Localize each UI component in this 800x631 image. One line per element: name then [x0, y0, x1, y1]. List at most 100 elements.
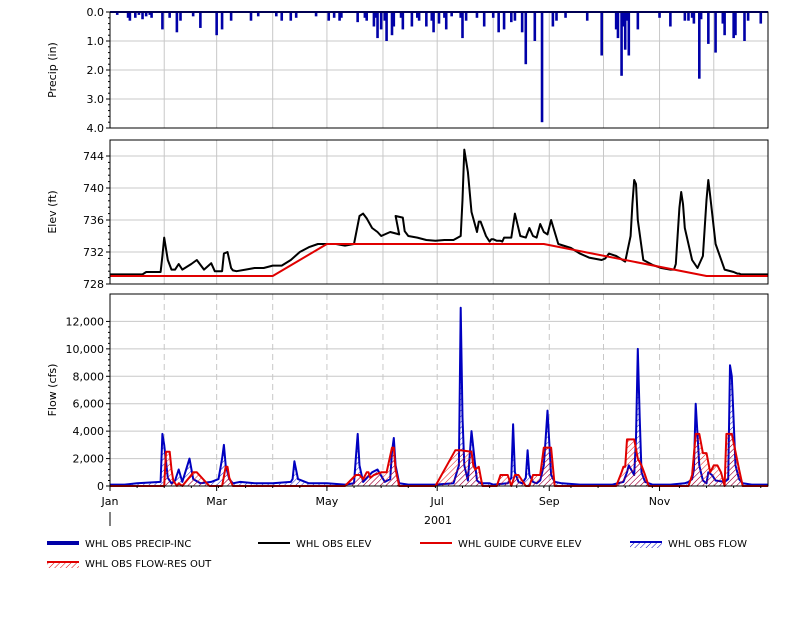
- precip-bar: [683, 12, 687, 21]
- precip-bar: [734, 12, 737, 36]
- y-tick-label: 728: [83, 278, 104, 291]
- x-tick-label: Jul: [430, 495, 444, 508]
- x-tick-label: May: [316, 495, 339, 508]
- precip-bar: [401, 12, 405, 30]
- y-tick-label: 6,000: [73, 398, 105, 411]
- legend-item-flow: WHL OBS FLOW: [630, 539, 747, 550]
- legend-label: WHL OBS FLOW-RES OUT: [85, 559, 212, 570]
- panel-flow: 0 2,000 4,000 6,000 8,000 10,000 12,000 Flow (c…: [46, 293, 769, 493]
- precip-bar: [707, 12, 710, 44]
- y-tick-label: 736: [83, 214, 104, 227]
- precip-bar: [464, 12, 468, 21]
- x-tick-label: Mar: [206, 495, 227, 508]
- precip-bar: [723, 12, 726, 36]
- precip-bar: [229, 12, 233, 21]
- x-axis-year-label: 2001: [424, 514, 452, 527]
- precip-bar: [510, 12, 513, 23]
- legend-item-guide: WHL GUIDE CURVE ELEV: [420, 539, 582, 550]
- precip-bar: [497, 12, 500, 33]
- panel-frame: [109, 139, 769, 285]
- legend-item-precip: WHL OBS PRECIP-INC: [47, 539, 191, 550]
- legend: WHL OBS PRECIP-INC WHL OBS ELEV WHL GUIDE …: [47, 539, 747, 570]
- precip-bar: [669, 12, 672, 27]
- precip-bar: [759, 12, 763, 24]
- precip-bar: [533, 12, 537, 41]
- precip-bar: [444, 12, 448, 30]
- precip-bar: [379, 12, 383, 30]
- precip-bar: [692, 12, 696, 24]
- precip-bar: [220, 12, 224, 30]
- precip-bar: [699, 12, 703, 20]
- precip-bar: [199, 12, 202, 28]
- precip-bar: [327, 12, 331, 21]
- precip-bar: [502, 12, 506, 30]
- precip-bar: [616, 12, 620, 39]
- series-line-res-out: [110, 432, 768, 487]
- y-tick-label: 12,000: [66, 315, 105, 328]
- precip-bar: [714, 12, 717, 53]
- y-tick-label: 1.0: [87, 35, 105, 48]
- precip-bar: [600, 12, 603, 56]
- precip-bar: [627, 12, 631, 56]
- precip-bar: [417, 12, 421, 21]
- precip-bar: [746, 12, 750, 21]
- series-line-obs-elev: [110, 148, 768, 276]
- legend-label: WHL GUIDE CURVE ELEV: [458, 539, 582, 550]
- series-line-obs-flow: [110, 306, 768, 486]
- precip-bar: [461, 12, 464, 39]
- y-tick-label: 8,000: [73, 370, 105, 383]
- precip-bar: [215, 12, 218, 36]
- legend-label: WHL OBS PRECIP-INC: [85, 539, 191, 550]
- precip-bar: [551, 12, 555, 27]
- y-axis-title: Elev (ft): [46, 190, 59, 233]
- y-tick-label: 732: [83, 246, 104, 259]
- hydrograph-chart: 0.0 1.0 2.0 3.0 4.0 Precip (in) 728 732 736 740 74…: [0, 0, 800, 627]
- y-tick-label: 3.0: [87, 93, 105, 106]
- precip-bar: [585, 12, 589, 21]
- precip-bar: [179, 12, 182, 21]
- y-tick-label: 4.0: [87, 122, 105, 135]
- y-tick-label: 0: [97, 480, 104, 493]
- precip-bar: [698, 12, 701, 79]
- precip-bar: [520, 12, 524, 33]
- precip-bar: [128, 12, 132, 21]
- precip-bar: [743, 12, 746, 41]
- precip-bar: [392, 12, 396, 27]
- precip-bar: [175, 12, 179, 33]
- y-tick-label: 0.0: [87, 6, 105, 19]
- precip-bar: [432, 12, 435, 33]
- precip-bar: [687, 12, 690, 21]
- series-area-obs-flow: [110, 307, 768, 486]
- precip-bar: [410, 12, 414, 27]
- precip-bar: [524, 12, 528, 65]
- y-axis-title: Precip (in): [46, 42, 59, 98]
- precip-bar: [280, 12, 284, 21]
- precip-bar: [161, 12, 164, 30]
- chart-canvas: 0.0 1.0 2.0 3.0 4.0 Precip (in) 728 732 736 740 74…: [46, 6, 769, 570]
- precip-bar: [482, 12, 486, 27]
- precip-bar: [356, 12, 359, 23]
- precip-bar: [425, 12, 428, 27]
- precip-bar: [365, 12, 368, 21]
- y-axis-title: Flow (cfs): [46, 364, 59, 417]
- panel-elevation: 728 732 736 740 744 Elev (ft): [46, 139, 769, 291]
- legend-label: WHL OBS FLOW: [668, 539, 747, 550]
- legend-item-elev: WHL OBS ELEV: [258, 539, 371, 550]
- legend-label: WHL OBS ELEV: [296, 539, 371, 550]
- y-tick-label: 4,000: [73, 425, 105, 438]
- legend-item-resout: WHL OBS FLOW-RES OUT: [47, 559, 212, 570]
- precip-bar: [289, 12, 293, 21]
- x-tick-label: Nov: [649, 495, 671, 508]
- precip-bar: [636, 12, 640, 30]
- y-tick-label: 744: [83, 150, 104, 163]
- precip-bar: [437, 12, 441, 24]
- precip-bar: [555, 12, 558, 21]
- precip-bar: [540, 12, 544, 123]
- x-tick-label: Jan: [101, 495, 119, 508]
- y-tick-label: 2.0: [87, 64, 105, 77]
- precip-bar: [249, 12, 253, 21]
- panel-frame: [109, 293, 769, 487]
- precip-bar: [513, 12, 517, 21]
- precip-bar: [376, 12, 379, 39]
- precip-bar: [385, 12, 388, 41]
